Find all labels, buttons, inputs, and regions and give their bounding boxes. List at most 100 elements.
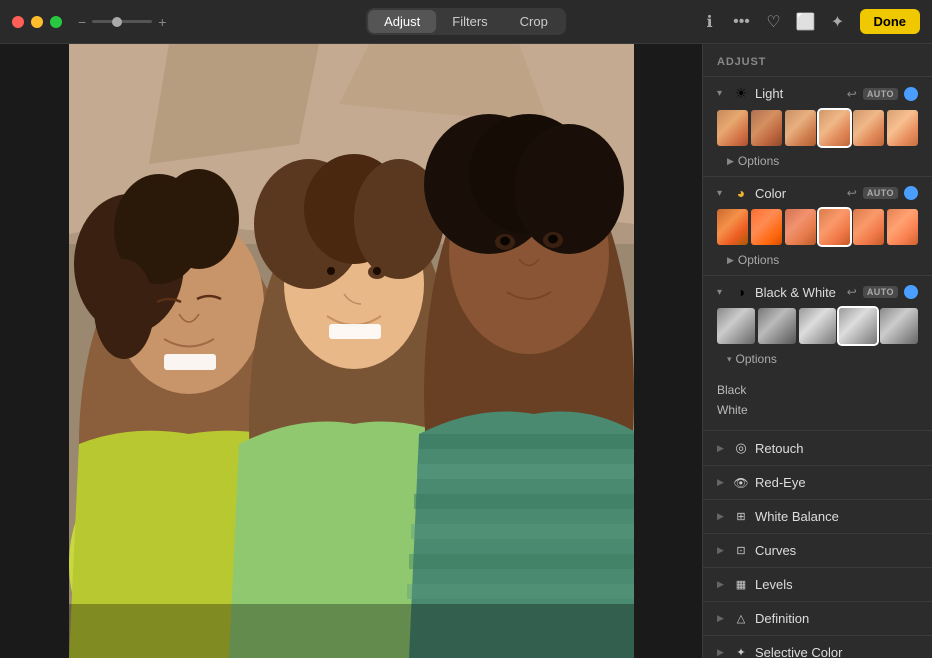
color-thumbnails	[703, 207, 932, 251]
color-icon: ◕	[733, 185, 749, 201]
light-toggle[interactable]	[904, 87, 918, 101]
color-toggle[interactable]	[904, 186, 918, 200]
color-thumb-5[interactable]	[853, 209, 884, 245]
bw-icon: ◑	[733, 284, 749, 300]
color-auto-badge[interactable]: AUTO	[863, 187, 898, 199]
color-options-label: Options	[738, 253, 779, 267]
light-thumb-3[interactable]	[785, 110, 816, 146]
color-thumb-1[interactable]	[717, 209, 748, 245]
zoom-control: − +	[78, 14, 166, 30]
options-chevron-icon: ▶	[727, 156, 734, 167]
section-selective-color[interactable]: ▶ ✦ Selective Color	[703, 636, 932, 658]
frame-icon[interactable]: ⬜	[796, 12, 816, 32]
photo-area	[0, 44, 702, 658]
chevron-right-icon-curves: ▶	[717, 545, 727, 556]
bw-toggle[interactable]	[904, 285, 918, 299]
more-icon[interactable]: •••	[732, 13, 752, 31]
info-icon[interactable]: ℹ	[700, 12, 720, 32]
color-options-row[interactable]: ▶ Options	[703, 251, 932, 275]
chevron-right-icon-sc: ▶	[717, 647, 727, 658]
section-definition[interactable]: ▶ △ Definition	[703, 602, 932, 636]
light-thumb-2[interactable]	[751, 110, 782, 146]
selective-color-icon: ✦	[733, 646, 749, 658]
photo-svg	[69, 44, 634, 658]
chevron-right-icon-redeye: ▶	[717, 477, 727, 488]
color-thumb-2[interactable]	[751, 209, 782, 245]
section-color-actions: ↩ AUTO	[847, 186, 918, 200]
zoom-plus-icon[interactable]: +	[158, 14, 166, 30]
section-redeye[interactable]: ▶ 👁 Red-Eye	[703, 466, 932, 500]
close-button[interactable]	[12, 16, 24, 28]
curves-label: Curves	[755, 543, 796, 558]
chevron-down-icon-2: ▾	[717, 188, 727, 199]
main-content: ADJUST ▾ ☀ Light ↩ AUTO	[0, 44, 932, 658]
light-options-row[interactable]: ▶ Options	[703, 152, 932, 176]
bw-black-label: Black	[717, 383, 746, 397]
zoom-slider[interactable]	[92, 20, 152, 23]
bw-thumb-3[interactable]	[799, 308, 837, 344]
definition-label: Definition	[755, 611, 809, 626]
magic-icon[interactable]: ✦	[828, 12, 848, 32]
redeye-icon: 👁	[733, 476, 749, 490]
section-light: ▾ ☀ Light ↩ AUTO ▶ Options	[703, 77, 932, 177]
toolbar-right: ℹ ••• ♡ ⬜ ✦ Done	[700, 9, 921, 34]
section-curves[interactable]: ▶ ⊡ Curves	[703, 534, 932, 568]
tab-filters[interactable]: Filters	[436, 10, 503, 33]
definition-icon: △	[733, 612, 749, 625]
bw-auto-badge[interactable]: AUTO	[863, 286, 898, 298]
chevron-right-icon-def: ▶	[717, 613, 727, 624]
traffic-lights	[12, 16, 62, 28]
panel-title: ADJUST	[703, 44, 932, 77]
bw-thumb-5[interactable]	[880, 308, 918, 344]
bw-thumbnails	[703, 306, 932, 350]
tab-adjust[interactable]: Adjust	[368, 10, 436, 33]
section-bw-label: Black & White	[755, 285, 841, 300]
light-thumb-6[interactable]	[887, 110, 918, 146]
bw-options-row[interactable]: ▾ Options	[703, 350, 932, 374]
minimize-button[interactable]	[31, 16, 43, 28]
section-light-actions: ↩ AUTO	[847, 87, 918, 101]
light-undo-icon[interactable]: ↩	[847, 87, 857, 101]
zoom-minus-icon[interactable]: −	[78, 14, 86, 30]
bw-thumb-1[interactable]	[717, 308, 755, 344]
curves-icon: ⊡	[733, 544, 749, 557]
white-balance-icon: ⊞	[733, 510, 749, 523]
color-thumb-3[interactable]	[785, 209, 816, 245]
redeye-label: Red-Eye	[755, 475, 806, 490]
section-light-header[interactable]: ▾ ☀ Light ↩ AUTO	[703, 77, 932, 108]
titlebar: − + Adjust Filters Crop ℹ ••• ♡ ⬜ ✦ Done	[0, 0, 932, 44]
selective-color-label: Selective Color	[755, 645, 842, 658]
bw-thumb-4[interactable]	[839, 308, 877, 344]
right-panel: ADJUST ▾ ☀ Light ↩ AUTO	[702, 44, 932, 658]
light-thumbnails	[703, 108, 932, 152]
section-retouch[interactable]: ▶ ◎ Retouch	[703, 431, 932, 466]
tab-crop[interactable]: Crop	[504, 10, 564, 33]
zoom-thumb	[112, 17, 122, 27]
section-bw-header[interactable]: ▾ ◑ Black & White ↩ AUTO	[703, 276, 932, 306]
section-color-header[interactable]: ▾ ◕ Color ↩ AUTO	[703, 177, 932, 207]
levels-label: Levels	[755, 577, 793, 592]
light-auto-badge[interactable]: AUTO	[863, 88, 898, 100]
light-thumb-4[interactable]	[819, 110, 850, 146]
section-white-balance[interactable]: ▶ ⊞ White Balance	[703, 500, 932, 534]
color-thumb-6[interactable]	[887, 209, 918, 245]
options-chevron-icon-2: ▶	[727, 255, 734, 266]
fullscreen-button[interactable]	[50, 16, 62, 28]
section-bw: ▾ ◑ Black & White ↩ AUTO ▾ Options	[703, 276, 932, 431]
done-button[interactable]: Done	[860, 9, 921, 34]
bw-undo-icon[interactable]: ↩	[847, 285, 857, 299]
section-bw-actions: ↩ AUTO	[847, 285, 918, 299]
bw-thumb-2[interactable]	[758, 308, 796, 344]
color-thumb-4[interactable]	[819, 209, 850, 245]
chevron-right-icon-retouch: ▶	[717, 443, 727, 454]
bw-white-label: White	[717, 403, 748, 417]
light-thumb-5[interactable]	[853, 110, 884, 146]
color-undo-icon[interactable]: ↩	[847, 186, 857, 200]
heart-icon[interactable]: ♡	[764, 12, 784, 32]
photo-image	[69, 44, 634, 658]
section-levels[interactable]: ▶ ▦ Levels	[703, 568, 932, 602]
photo-container	[69, 44, 634, 658]
retouch-icon: ◎	[733, 440, 749, 456]
light-thumb-1[interactable]	[717, 110, 748, 146]
section-color-label: Color	[755, 186, 841, 201]
